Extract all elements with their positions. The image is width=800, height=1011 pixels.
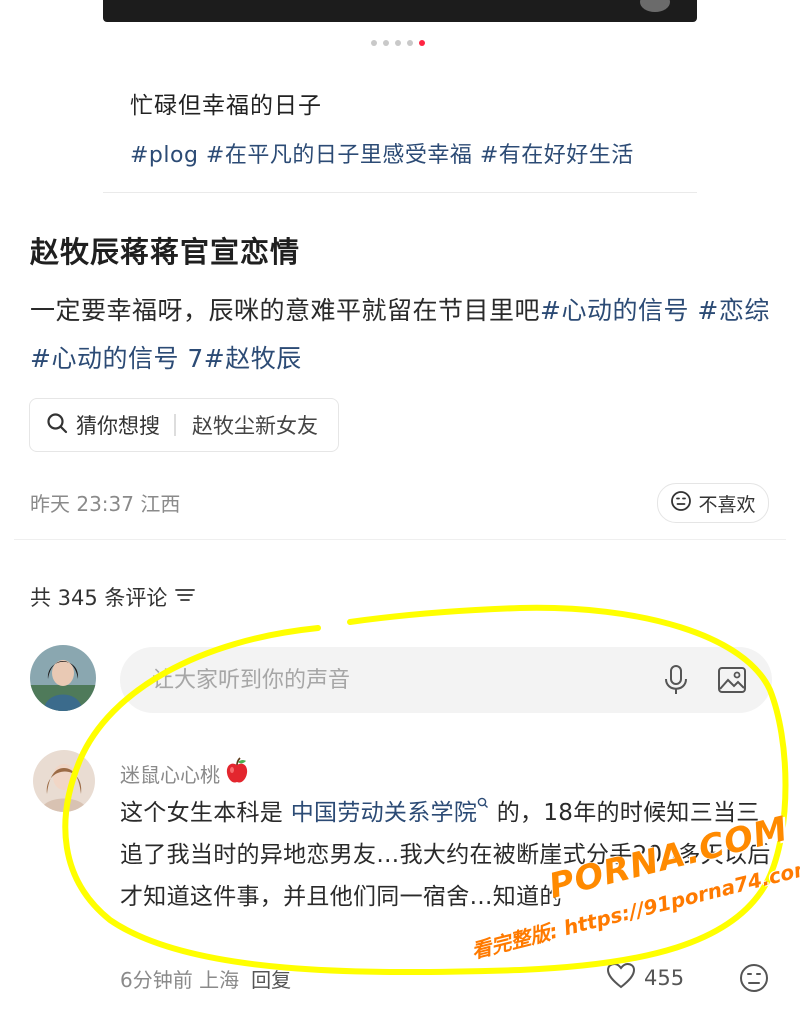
comment-dislike-button[interactable]	[738, 962, 770, 994]
dislike-button[interactable]: 不喜欢	[657, 483, 769, 523]
unhappy-face-icon	[670, 490, 692, 517]
carousel-dot	[383, 40, 389, 46]
comment-text-part-1: 这个女生本科是	[120, 800, 291, 826]
comment-search-link[interactable]: 中国劳动关系学院	[291, 798, 489, 826]
search-small-icon	[477, 798, 489, 809]
like-button[interactable]: 455	[606, 962, 684, 994]
comment-time-location: 6分钟前 上海	[120, 968, 240, 992]
microphone-icon[interactable]	[656, 660, 696, 700]
divider	[103, 192, 697, 193]
post-body: 一定要幸福呀，辰咪的意难平就留在节目里吧#心动的信号 #恋综 #心动的信号 7#…	[30, 287, 770, 383]
reply-button[interactable]: 回复	[251, 964, 291, 993]
separator	[174, 414, 176, 436]
apple-icon	[224, 757, 250, 790]
like-count: 455	[644, 966, 685, 990]
section-divider	[14, 539, 786, 540]
sort-icon[interactable]	[175, 585, 196, 609]
search-query: 赵牧尘新女友	[192, 414, 318, 438]
search-label: 猜你想搜	[76, 414, 160, 438]
my-avatar[interactable]	[30, 645, 96, 711]
comment-link-text[interactable]: 中国劳动关系学院	[291, 800, 477, 826]
commenter-avatar[interactable]	[33, 750, 95, 812]
carousel-dot	[395, 40, 401, 46]
quoted-note-tags[interactable]: #plog #在平凡的日子里感受幸福 #有在好好生活	[130, 137, 634, 169]
carousel-dot	[371, 40, 377, 46]
post-body-text: 一定要幸福呀，辰咪的意难平就留在节目里吧	[30, 296, 541, 325]
comment-input-box[interactable]	[120, 647, 772, 713]
carousel-image[interactable]	[103, 0, 697, 22]
search-icon	[46, 412, 68, 439]
post-time-location: 昨天 23:37 江西	[30, 492, 181, 516]
carousel-indicator	[371, 40, 425, 46]
comment-count: 共 345 条评论	[30, 586, 168, 610]
carousel-dot	[407, 40, 413, 46]
comment-input[interactable]	[150, 666, 656, 694]
commenter-username[interactable]: 迷鼠心心桃	[120, 759, 220, 788]
suggested-search[interactable]: 猜你想搜 赵牧尘新女友	[29, 398, 339, 452]
image-icon[interactable]	[712, 660, 752, 700]
quoted-note-title[interactable]: 忙碌但幸福的日子	[130, 86, 322, 120]
post-title: 赵牧辰蒋蒋官宣恋情	[30, 235, 301, 269]
dislike-label: 不喜欢	[698, 493, 756, 516]
unhappy-face-icon	[740, 964, 768, 992]
comment-count-header: 共 345 条评论	[30, 582, 196, 612]
carousel-dot	[419, 40, 425, 46]
comment-meta: 6分钟前 上海 回复	[120, 964, 291, 993]
heart-icon	[606, 962, 636, 994]
commenter-name[interactable]: 迷鼠心心桃	[120, 757, 250, 790]
